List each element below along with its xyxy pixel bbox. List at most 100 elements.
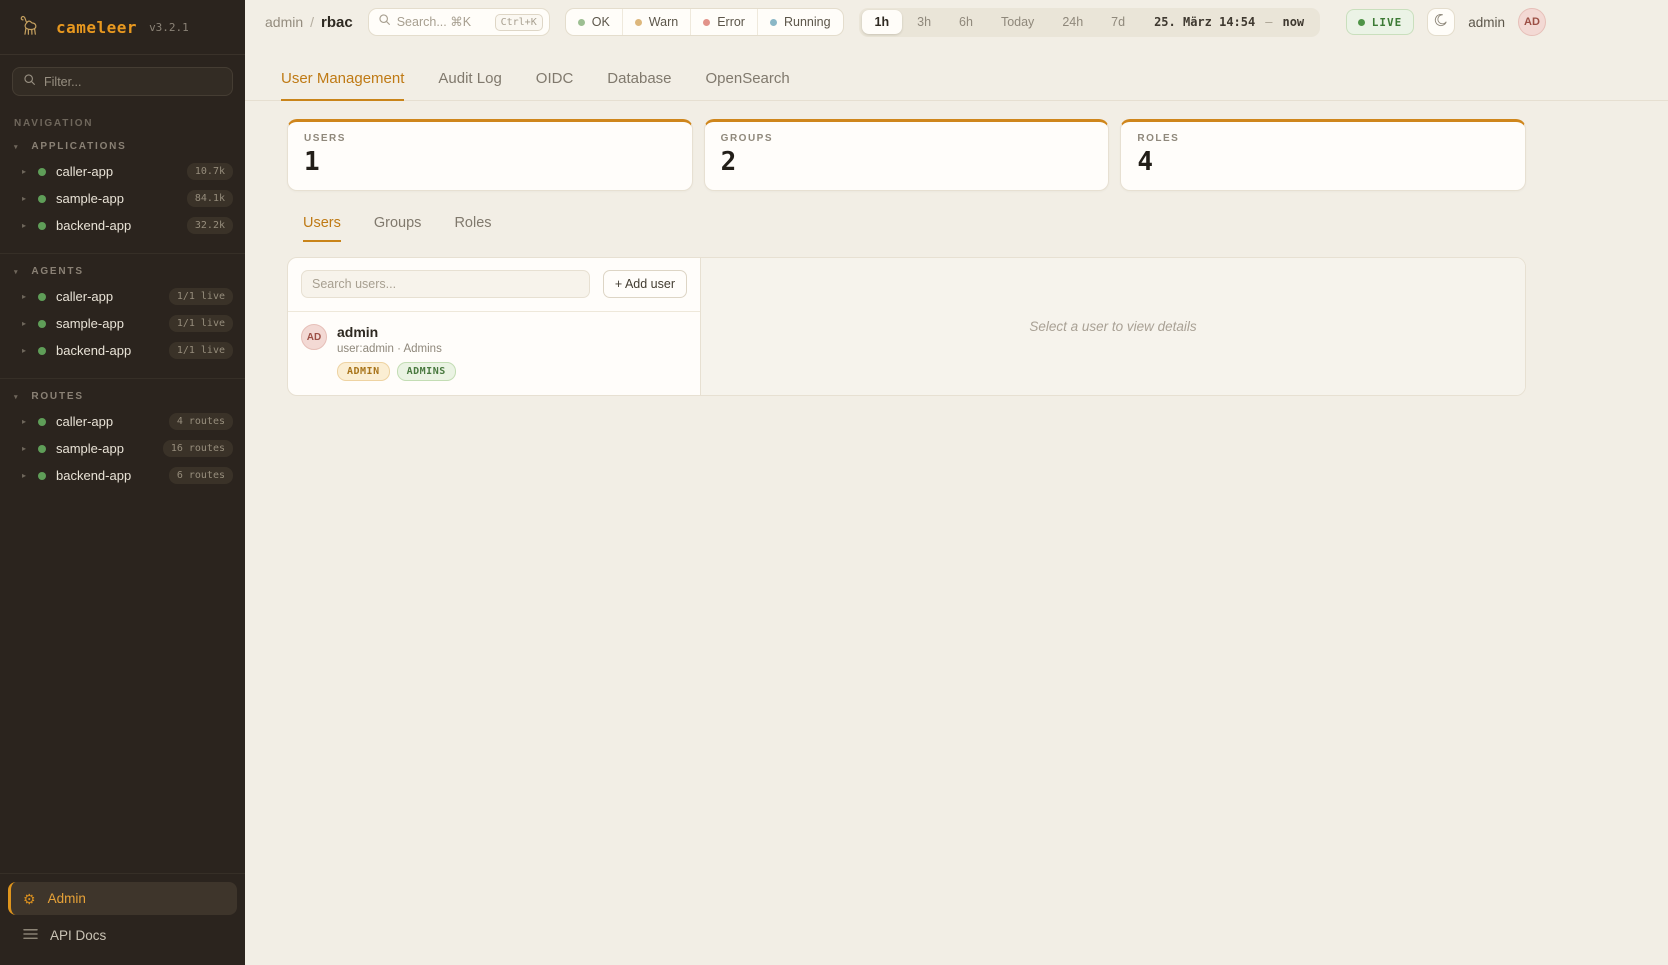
sidebar-item-api-docs[interactable]: API Docs	[8, 920, 237, 951]
status-dot-icon	[38, 195, 46, 203]
app-name: cameleer	[56, 18, 137, 37]
sidebar-item-agents-caller-app[interactable]: ▸ caller-app 1/1 live	[0, 283, 245, 310]
item-label: caller-app	[56, 289, 161, 304]
users-panel: + Add user AD admin user:admin · Admins …	[287, 257, 1526, 396]
item-badge: 84.1k	[187, 190, 233, 207]
sidebar-item-applications-backend-app[interactable]: ▸ backend-app 32.2k	[0, 212, 245, 239]
sidebar-filter-input[interactable]	[44, 75, 222, 89]
time-range-today[interactable]: Today	[988, 10, 1047, 34]
caret-right-icon[interactable]: ▸	[22, 194, 30, 203]
section-label: ROUTES	[31, 391, 83, 402]
user-badges: ADMIN ADMINS	[337, 362, 456, 381]
item-badge: 16 routes	[163, 440, 233, 457]
sidebar: cameleer v3.2.1 NAVIGATION ▾ APPLICATION…	[0, 0, 245, 965]
time-from: 25. März 14:54	[1154, 15, 1255, 29]
stats-row: USERS 1 GROUPS 2 ROLES 4	[287, 119, 1526, 191]
live-badge[interactable]: LIVE	[1346, 9, 1415, 35]
subtab-users[interactable]: Users	[303, 215, 341, 242]
theme-toggle-button[interactable]	[1427, 8, 1455, 36]
time-range-3h[interactable]: 3h	[904, 10, 944, 34]
caret-right-icon[interactable]: ▸	[22, 167, 30, 176]
error-dot-icon	[703, 19, 710, 26]
caret-right-icon[interactable]: ▸	[22, 346, 30, 355]
user-list-item-admin[interactable]: AD admin user:admin · Admins ADMIN ADMIN…	[288, 312, 700, 381]
status-filter-warn[interactable]: Warn	[622, 9, 690, 35]
sub-tabs: Users Groups Roles	[303, 215, 1526, 242]
stat-label: USERS	[304, 133, 676, 144]
current-user-name: admin	[1468, 15, 1505, 30]
breadcrumb-current: rbac	[321, 14, 353, 31]
tab-database[interactable]: Database	[607, 60, 671, 101]
status-filter-error[interactable]: Error	[690, 9, 757, 35]
section-label: AGENTS	[31, 266, 83, 277]
content-area: USERS 1 GROUPS 2 ROLES 4 Users Groups Ro…	[245, 101, 1668, 396]
users-search-input[interactable]	[312, 277, 579, 291]
stat-card-groups: GROUPS 2	[704, 119, 1110, 191]
item-badge: 1/1 live	[169, 288, 233, 305]
section-header-agents[interactable]: ▾ AGENTS	[0, 266, 245, 283]
caret-right-icon[interactable]: ▸	[22, 221, 30, 230]
time-range-7d[interactable]: 7d	[1098, 10, 1138, 34]
subtab-groups[interactable]: Groups	[374, 215, 422, 242]
global-search[interactable]: Ctrl+K	[368, 8, 550, 36]
status-filter-group: OK Warn Error Running	[565, 8, 844, 36]
live-label: LIVE	[1372, 16, 1403, 29]
sidebar-item-agents-sample-app[interactable]: ▸ sample-app 1/1 live	[0, 310, 245, 337]
sidebar-item-routes-backend-app[interactable]: ▸ backend-app 6 routes	[0, 462, 245, 489]
caret-right-icon[interactable]: ▸	[22, 319, 30, 328]
user-avatar: AD	[301, 324, 327, 350]
time-range-24h[interactable]: 24h	[1049, 10, 1096, 34]
caret-down-icon: ▾	[14, 143, 19, 151]
section-header-applications[interactable]: ▾ APPLICATIONS	[0, 141, 245, 158]
top-bar: admin / rbac Ctrl+K OK Warn Error	[245, 0, 1668, 44]
caret-right-icon[interactable]: ▸	[22, 471, 30, 480]
caret-right-icon[interactable]: ▸	[22, 417, 30, 426]
empty-state-text: Select a user to view details	[1029, 319, 1196, 334]
status-dot-icon	[38, 168, 46, 176]
sidebar-item-admin[interactable]: ⚙ Admin	[8, 882, 237, 915]
sidebar-item-routes-sample-app[interactable]: ▸ sample-app 16 routes	[0, 435, 245, 462]
sidebar-item-agents-backend-app[interactable]: ▸ backend-app 1/1 live	[0, 337, 245, 364]
breadcrumb-separator: /	[310, 14, 314, 30]
sidebar-item-routes-caller-app[interactable]: ▸ caller-app 4 routes	[0, 408, 245, 435]
add-user-button[interactable]: + Add user	[603, 270, 687, 298]
users-search[interactable]	[301, 270, 590, 298]
tab-user-management[interactable]: User Management	[281, 60, 404, 101]
group-badge-admins: ADMINS	[397, 362, 456, 381]
breadcrumb-parent[interactable]: admin	[265, 14, 303, 30]
item-label: backend-app	[56, 218, 179, 233]
subtab-roles[interactable]: Roles	[454, 215, 491, 242]
status-filter-running[interactable]: Running	[757, 9, 843, 35]
sidebar-item-applications-sample-app[interactable]: ▸ sample-app 84.1k	[0, 185, 245, 212]
sidebar-footer: ⚙ Admin API Docs	[0, 873, 245, 965]
time-range-1h[interactable]: 1h	[862, 10, 903, 34]
item-badge: 10.7k	[187, 163, 233, 180]
stat-value: 1	[304, 147, 676, 177]
status-dot-icon	[38, 293, 46, 301]
section-header-routes[interactable]: ▾ ROUTES	[0, 391, 245, 408]
live-dot-icon	[1358, 19, 1365, 26]
role-badge-admin: ADMIN	[337, 362, 390, 381]
time-range-group: 1h 3h 6h Today 24h 7d 25. März 14:54 — n…	[859, 8, 1321, 37]
status-filter-ok[interactable]: OK	[566, 9, 622, 35]
item-badge: 1/1 live	[169, 342, 233, 359]
sidebar-item-applications-caller-app[interactable]: ▸ caller-app 10.7k	[0, 158, 245, 185]
tab-opensearch[interactable]: OpenSearch	[706, 60, 790, 101]
item-label: caller-app	[56, 414, 161, 429]
global-search-input[interactable]	[397, 15, 489, 29]
status-dot-icon	[38, 320, 46, 328]
status-dot-icon	[38, 222, 46, 230]
stat-card-roles: ROLES 4	[1120, 119, 1526, 191]
caret-right-icon[interactable]: ▸	[22, 292, 30, 301]
avatar[interactable]: AD	[1518, 8, 1546, 36]
user-detail-panel: Select a user to view details	[701, 258, 1525, 395]
sidebar-filter[interactable]	[12, 67, 233, 96]
tab-audit-log[interactable]: Audit Log	[438, 60, 501, 101]
item-badge: 4 routes	[169, 413, 233, 430]
tab-oidc[interactable]: OIDC	[536, 60, 574, 101]
caret-right-icon[interactable]: ▸	[22, 444, 30, 453]
stat-label: ROLES	[1137, 133, 1509, 144]
list-icon	[23, 928, 38, 943]
time-range-6h[interactable]: 6h	[946, 10, 986, 34]
breadcrumb: admin / rbac	[265, 14, 353, 31]
